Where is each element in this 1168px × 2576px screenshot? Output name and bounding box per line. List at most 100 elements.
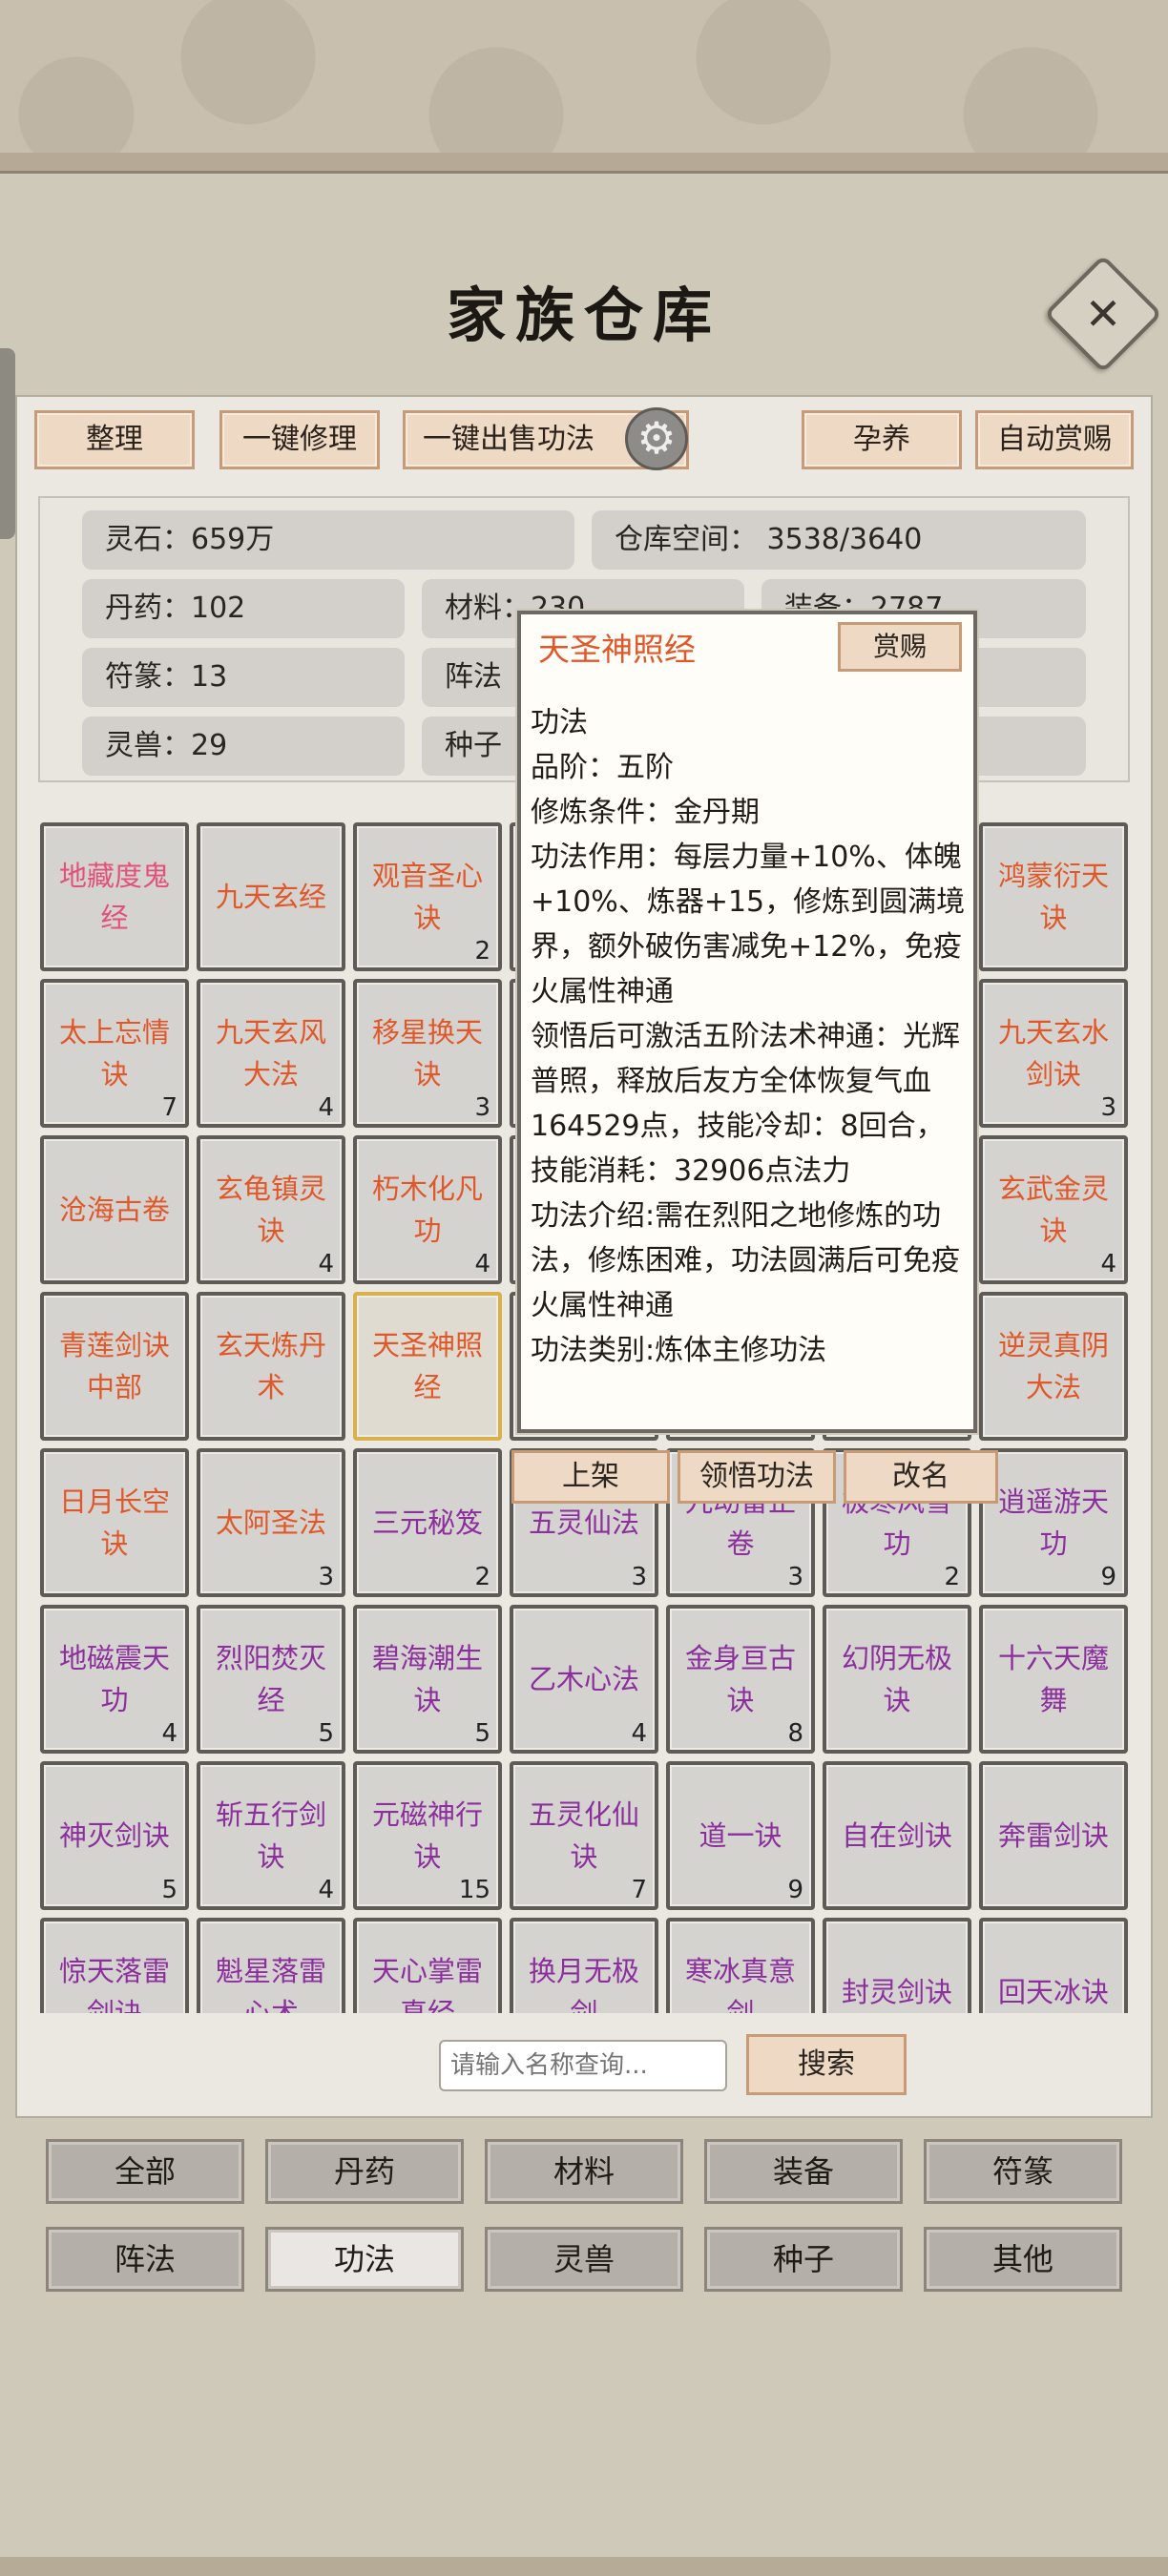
item-slot[interactable]: 移星换天诀 3 <box>353 979 502 1128</box>
item-slot[interactable]: 天圣神照经 <box>353 1292 502 1441</box>
comprehend-skill-button[interactable]: 领悟功法 <box>678 1450 836 1504</box>
item-count: 7 <box>631 1876 647 1904</box>
item-slot[interactable]: 碧海潮生诀 5 <box>353 1605 502 1754</box>
item-slot[interactable]: 道一诀 9 <box>666 1761 815 1910</box>
item-slot[interactable]: 斩五行剑诀 4 <box>197 1761 345 1910</box>
search-button[interactable]: 搜索 <box>746 2034 907 2095</box>
item-count: 15 <box>458 1876 490 1904</box>
sort-button[interactable]: 整理 <box>34 410 195 469</box>
spirit-stone-stat: 灵石：659万 <box>82 510 574 570</box>
item-slot[interactable]: 天心掌雷真经 <box>353 1918 502 2013</box>
item-slot[interactable]: 观音圣心诀 2 <box>353 822 502 971</box>
item-count: 5 <box>474 1719 490 1748</box>
beasts-stat: 灵兽：29 <box>82 717 405 776</box>
item-name: 奔雷剑诀 <box>997 1819 1109 1852</box>
item-name: 寒冰真意剑 <box>684 1955 796 2013</box>
item-slot[interactable]: 烈阳焚灭经 5 <box>197 1605 345 1754</box>
item-name: 封灵剑诀 <box>841 1976 952 2008</box>
category-tab[interactable]: 符篆 <box>924 2139 1122 2204</box>
item-slot[interactable]: 幻阴无极诀 <box>823 1605 971 1754</box>
header-scroll-edge <box>0 153 1168 174</box>
item-slot[interactable]: 回天冰诀 <box>979 1918 1128 2013</box>
item-slot[interactable]: 沧海古卷 <box>40 1135 189 1284</box>
item-count: 2 <box>474 937 490 966</box>
item-slot[interactable]: 魁星落雷心术 <box>197 1918 345 2013</box>
item-slot[interactable]: 逆灵真阴大法 <box>979 1292 1128 1441</box>
item-slot[interactable]: 地磁震天功 4 <box>40 1605 189 1754</box>
page-title: 家族仓库 <box>446 280 721 350</box>
item-name: 回天冰诀 <box>997 1976 1109 2008</box>
item-count: 7 <box>161 1093 177 1122</box>
item-slot[interactable]: 封灵剑诀 <box>823 1918 971 2013</box>
item-slot[interactable]: 乙木心法 4 <box>510 1605 658 1754</box>
category-tab[interactable]: 丹药 <box>265 2139 464 2204</box>
item-slot[interactable]: 十六天魔舞 <box>979 1605 1128 1754</box>
item-name: 玄天炼丹术 <box>215 1329 326 1403</box>
item-slot[interactable]: 九天玄水剑诀 3 <box>979 979 1128 1128</box>
item-slot[interactable]: 金身亘古诀 8 <box>666 1605 815 1754</box>
item-slot[interactable]: 五灵化仙诀 7 <box>510 1761 658 1910</box>
item-slot[interactable]: 九天玄风大法 4 <box>197 979 345 1128</box>
item-slot[interactable]: 朽木化凡功 4 <box>353 1135 502 1284</box>
footer-edge <box>0 2557 1168 2576</box>
item-count: 4 <box>318 1093 334 1122</box>
item-slot[interactable]: 日月长空诀 <box>40 1448 189 1597</box>
item-name: 逆灵真阴大法 <box>997 1329 1109 1403</box>
pills-stat: 丹药：102 <box>82 579 405 638</box>
category-tab[interactable]: 全部 <box>46 2139 244 2204</box>
item-name: 地藏度鬼经 <box>58 860 170 934</box>
category-tab[interactable]: 种子 <box>704 2227 903 2292</box>
side-handle[interactable] <box>0 348 15 539</box>
gear-icon[interactable]: ⚙ <box>625 407 688 470</box>
item-count: 4 <box>318 1250 334 1278</box>
category-tab[interactable]: 阵法 <box>46 2227 244 2292</box>
item-slot[interactable]: 奔雷剑诀 <box>979 1761 1128 1910</box>
search-input[interactable] <box>439 2040 727 2091</box>
item-count: 9 <box>787 1876 803 1904</box>
item-slot[interactable]: 太上忘情诀 7 <box>40 979 189 1128</box>
item-slot[interactable]: 地藏度鬼经 <box>40 822 189 971</box>
category-tab[interactable]: 其他 <box>924 2227 1122 2292</box>
item-slot[interactable]: 鸿蒙衍天诀 <box>979 822 1128 971</box>
repair-all-button[interactable]: 一键修理 <box>219 410 380 469</box>
item-slot[interactable]: 神灭剑诀 5 <box>40 1761 189 1910</box>
item-slot[interactable]: 寒冰真意剑 <box>666 1918 815 2013</box>
item-count: 4 <box>1100 1250 1116 1278</box>
warehouse-space-stat: 仓库空间： 3538/3640 <box>592 510 1086 570</box>
item-count: 3 <box>631 1563 647 1591</box>
category-tab[interactable]: 功法 <box>265 2227 464 2292</box>
item-count: 5 <box>318 1719 334 1748</box>
item-count: 3 <box>1100 1093 1116 1122</box>
item-slot[interactable]: 玄武金灵诀 4 <box>979 1135 1128 1284</box>
item-slot[interactable]: 逍遥游天功 9 <box>979 1448 1128 1597</box>
item-slot[interactable]: 惊天落雷剑诀 <box>40 1918 189 2013</box>
item-slot[interactable]: 青莲剑诀中部 <box>40 1292 189 1441</box>
auto-reward-button[interactable]: 自动赏赐 <box>975 410 1134 469</box>
item-slot[interactable]: 玄龟镇灵诀 4 <box>197 1135 345 1284</box>
popup-title: 天圣神照经 <box>538 631 696 668</box>
item-count: 9 <box>1100 1563 1116 1591</box>
item-count: 3 <box>787 1563 803 1591</box>
item-slot[interactable]: 元磁神行诀 15 <box>353 1761 502 1910</box>
reward-button[interactable]: 赏赐 <box>838 622 962 672</box>
item-count: 3 <box>318 1563 334 1591</box>
category-tab[interactable]: 材料 <box>485 2139 683 2204</box>
category-tab[interactable]: 灵兽 <box>485 2227 683 2292</box>
item-count: 2 <box>474 1563 490 1591</box>
item-slot[interactable]: 自在剑诀 <box>823 1761 971 1910</box>
item-name: 天心掌雷真经 <box>371 1955 483 2013</box>
item-slot[interactable]: 九天玄经 <box>197 822 345 971</box>
list-for-sale-button[interactable]: 上架 <box>511 1450 670 1504</box>
item-slot[interactable]: 换月无极剑 <box>510 1918 658 2013</box>
item-name: 天圣神照经 <box>371 1329 483 1403</box>
nurture-button[interactable]: 孕养 <box>802 410 962 469</box>
item-count: 4 <box>474 1250 490 1278</box>
item-slot[interactable]: 玄天炼丹术 <box>197 1292 345 1441</box>
header-decoration <box>0 0 1168 167</box>
rename-button[interactable]: 改名 <box>844 1450 998 1504</box>
item-count: 4 <box>318 1876 334 1904</box>
item-slot[interactable]: 三元秘笈 2 <box>353 1448 502 1597</box>
talismans-stat: 符篆：13 <box>82 648 405 707</box>
item-slot[interactable]: 太阿圣法 3 <box>197 1448 345 1597</box>
category-tab[interactable]: 装备 <box>704 2139 903 2204</box>
